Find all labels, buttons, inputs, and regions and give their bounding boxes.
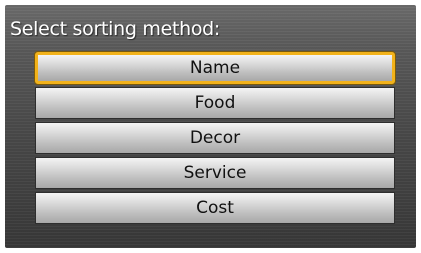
sort-option-label: Name	[189, 58, 241, 78]
sort-option-label: Cost	[196, 198, 234, 218]
sort-options-list: Name Food Decor Service Cost	[35, 52, 395, 227]
screen-prompt: Select sorting method:	[10, 18, 221, 40]
sort-option-label: Food	[194, 93, 236, 113]
sort-option-name[interactable]: Name	[35, 52, 395, 84]
sort-option-decor[interactable]: Decor	[35, 122, 395, 154]
sort-option-cost[interactable]: Cost	[35, 192, 395, 224]
sort-option-label: Decor	[189, 128, 241, 148]
sort-option-label: Service	[183, 163, 247, 183]
sort-option-service[interactable]: Service	[35, 157, 395, 189]
sort-method-screen: Select sorting method: Name Food Decor S…	[5, 5, 416, 248]
sort-option-food[interactable]: Food	[35, 87, 395, 119]
